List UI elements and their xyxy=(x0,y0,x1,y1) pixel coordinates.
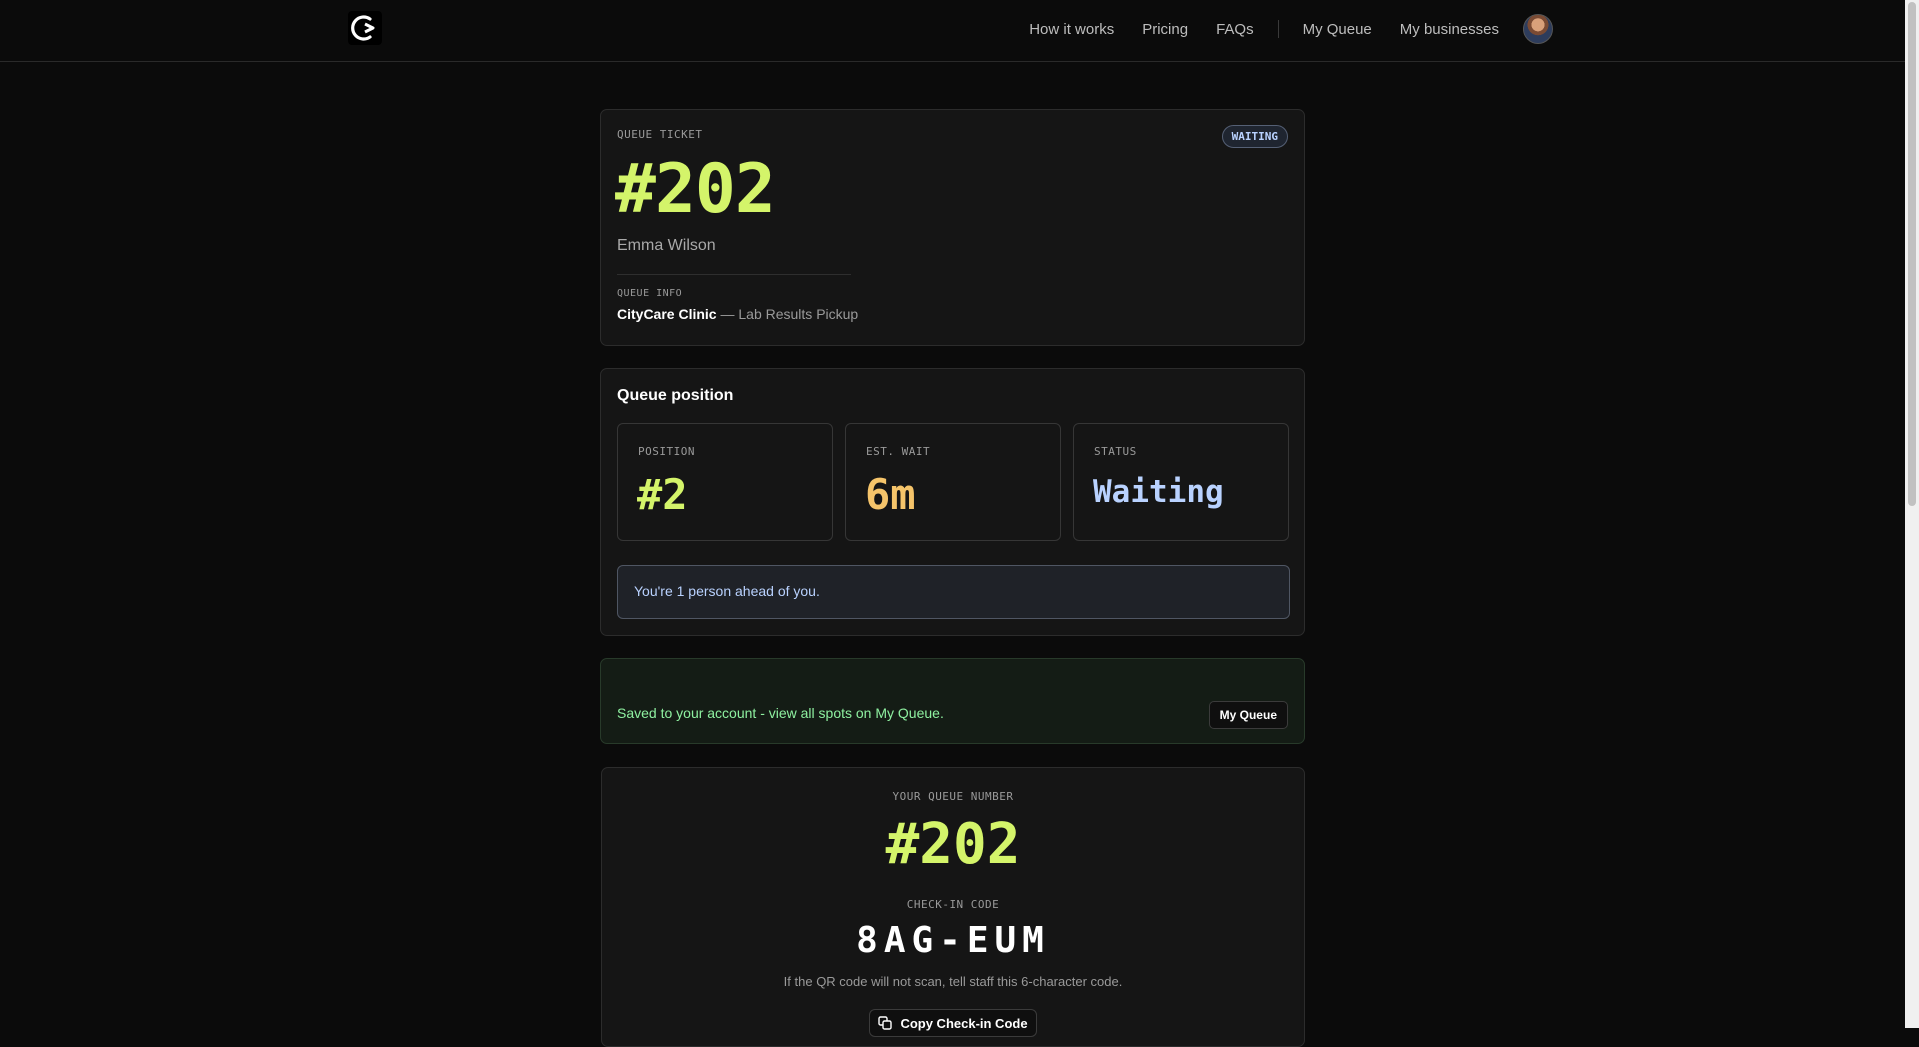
saved-message: Saved to your account - view all spots o… xyxy=(617,705,944,721)
nav-how-it-works[interactable]: How it works xyxy=(1029,21,1114,38)
nav-links: How it works Pricing FAQs My Queue My bu… xyxy=(1001,0,1553,58)
queue-ticket-card: QUEUE TICKET #202 Emma Wilson QUEUE INFO… xyxy=(600,109,1305,346)
scrollbar[interactable] xyxy=(1905,0,1919,1028)
nav-my-queue[interactable]: My Queue xyxy=(1303,21,1372,38)
logo-icon[interactable] xyxy=(348,11,382,45)
queue-number: #202 xyxy=(885,812,1021,877)
check-in-card: YOUR QUEUE NUMBER #202 CHECK-IN CODE 8AG… xyxy=(601,767,1305,1047)
saved-to-account-card: Saved to your account - view all spots o… xyxy=(600,658,1305,744)
queue-info: CityCare Clinic — Lab Results Pickup xyxy=(617,306,858,322)
check-in-code-label: CHECK-IN CODE xyxy=(906,898,1000,911)
position-stat: POSITION #2 xyxy=(617,423,833,541)
nav-pricing[interactable]: Pricing xyxy=(1142,21,1188,38)
check-in-hint: If the QR code will not scan, tell staff… xyxy=(783,974,1123,989)
customer-name: Emma Wilson xyxy=(617,237,716,254)
est-wait-stat: EST. WAIT 6m xyxy=(845,423,1061,541)
service-name: — Lab Results Pickup xyxy=(716,306,859,322)
copy-check-in-code-button[interactable]: Copy Check-in Code xyxy=(869,1009,1037,1037)
queue-ticket-label: QUEUE TICKET xyxy=(617,128,703,141)
scrollbar-thumb[interactable] xyxy=(1908,2,1916,506)
nav-my-businesses[interactable]: My businesses xyxy=(1400,21,1499,38)
queue-notice: You're 1 person ahead of you. xyxy=(617,565,1290,619)
status-badge: WAITING xyxy=(1221,125,1288,148)
queue-position-title: Queue position xyxy=(617,387,734,404)
est-wait-label: EST. WAIT xyxy=(866,445,931,458)
top-navigation: How it works Pricing FAQs My Queue My bu… xyxy=(0,0,1905,62)
queue-number-label: YOUR QUEUE NUMBER xyxy=(892,790,1014,803)
divider xyxy=(617,274,851,275)
check-in-code: 8AG-EUM xyxy=(856,920,1050,961)
status-value: Waiting xyxy=(1093,474,1224,510)
status-stat: STATUS Waiting xyxy=(1073,423,1289,541)
est-wait-value: 6m xyxy=(865,470,916,519)
nav-divider xyxy=(1277,20,1279,38)
status-label: STATUS xyxy=(1094,445,1137,458)
ticket-number: #202 xyxy=(615,150,776,229)
my-queue-button[interactable]: My Queue xyxy=(1208,701,1288,729)
queue-position-card: Queue position POSITION #2 EST. WAIT 6m … xyxy=(600,368,1305,636)
business-name: CityCare Clinic xyxy=(617,306,717,322)
position-value: #2 xyxy=(637,470,688,519)
copy-button-label: Copy Check-in Code xyxy=(900,1015,1028,1031)
nav-faqs[interactable]: FAQs xyxy=(1216,21,1254,38)
queue-info-label: QUEUE INFO xyxy=(617,288,683,299)
position-label: POSITION xyxy=(638,445,695,458)
avatar[interactable] xyxy=(1523,14,1553,44)
